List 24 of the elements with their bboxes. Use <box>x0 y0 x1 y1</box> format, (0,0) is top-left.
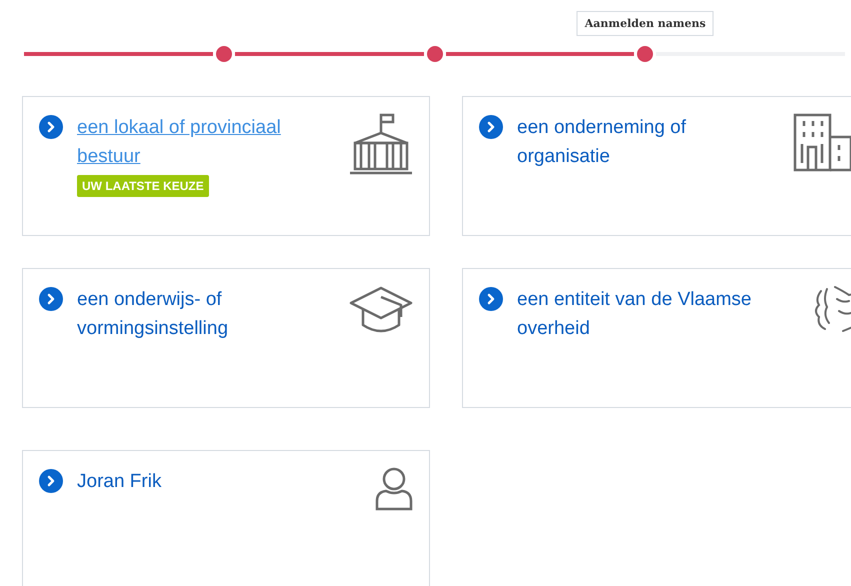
last-choice-badge: UW LAATSTE KEUZE <box>77 175 209 197</box>
option-card[interactable]: een onderneming of organisatie <box>462 96 851 236</box>
chevron-right-icon <box>479 115 503 139</box>
person-icon <box>375 467 413 511</box>
option-card[interactable]: Joran Frik <box>22 450 430 586</box>
chevron-right-icon <box>39 287 63 311</box>
townhall-icon <box>349 113 413 175</box>
step-tooltip: Aanmelden namens <box>576 11 714 36</box>
option-card[interactable]: een lokaal of provinciaal bestuur UW LAATSTE KEUZE <box>22 96 430 236</box>
option-link[interactable]: Joran Frik <box>77 467 162 496</box>
option-link[interactable]: een onderwijs- of vormingsinstelling <box>77 285 327 343</box>
step-dot[interactable] <box>216 46 232 62</box>
chevron-right-icon <box>39 469 63 493</box>
option-link[interactable]: een entiteit van de Vlaamse overheid <box>517 285 767 343</box>
office-building-icon <box>793 113 851 173</box>
step-dot[interactable] <box>426 46 442 62</box>
chevron-right-icon <box>39 115 63 139</box>
option-card[interactable]: een entiteit van de Vlaamse overheid <box>462 268 851 408</box>
step-dot[interactable] <box>637 46 654 62</box>
chevron-right-icon <box>479 287 503 311</box>
graduation-cap-icon <box>349 285 413 335</box>
option-link[interactable]: een lokaal of provinciaal bestuur <box>77 113 327 171</box>
option-link[interactable]: een onderneming of organisatie <box>517 113 767 171</box>
option-card[interactable]: een onderwijs- of vormingsinstelling <box>22 268 430 408</box>
